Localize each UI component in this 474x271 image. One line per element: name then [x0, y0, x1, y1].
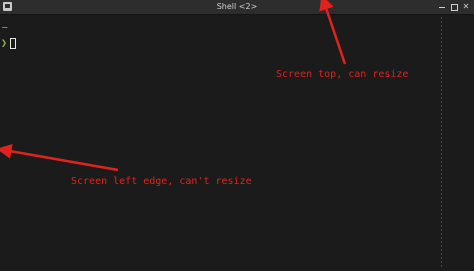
top-edge-arrow: [319, 0, 347, 65]
annotation-layer: [0, 0, 347, 172]
left-edge-arrow: [0, 143, 119, 172]
top-edge-annotation: Screen top, can resize: [276, 69, 409, 80]
terminal-window: Shell <2> ✕ – ❯ Screen top, can resize S…: [0, 0, 474, 271]
left-edge-annotation: Screen left edge, can't resize: [71, 176, 252, 187]
